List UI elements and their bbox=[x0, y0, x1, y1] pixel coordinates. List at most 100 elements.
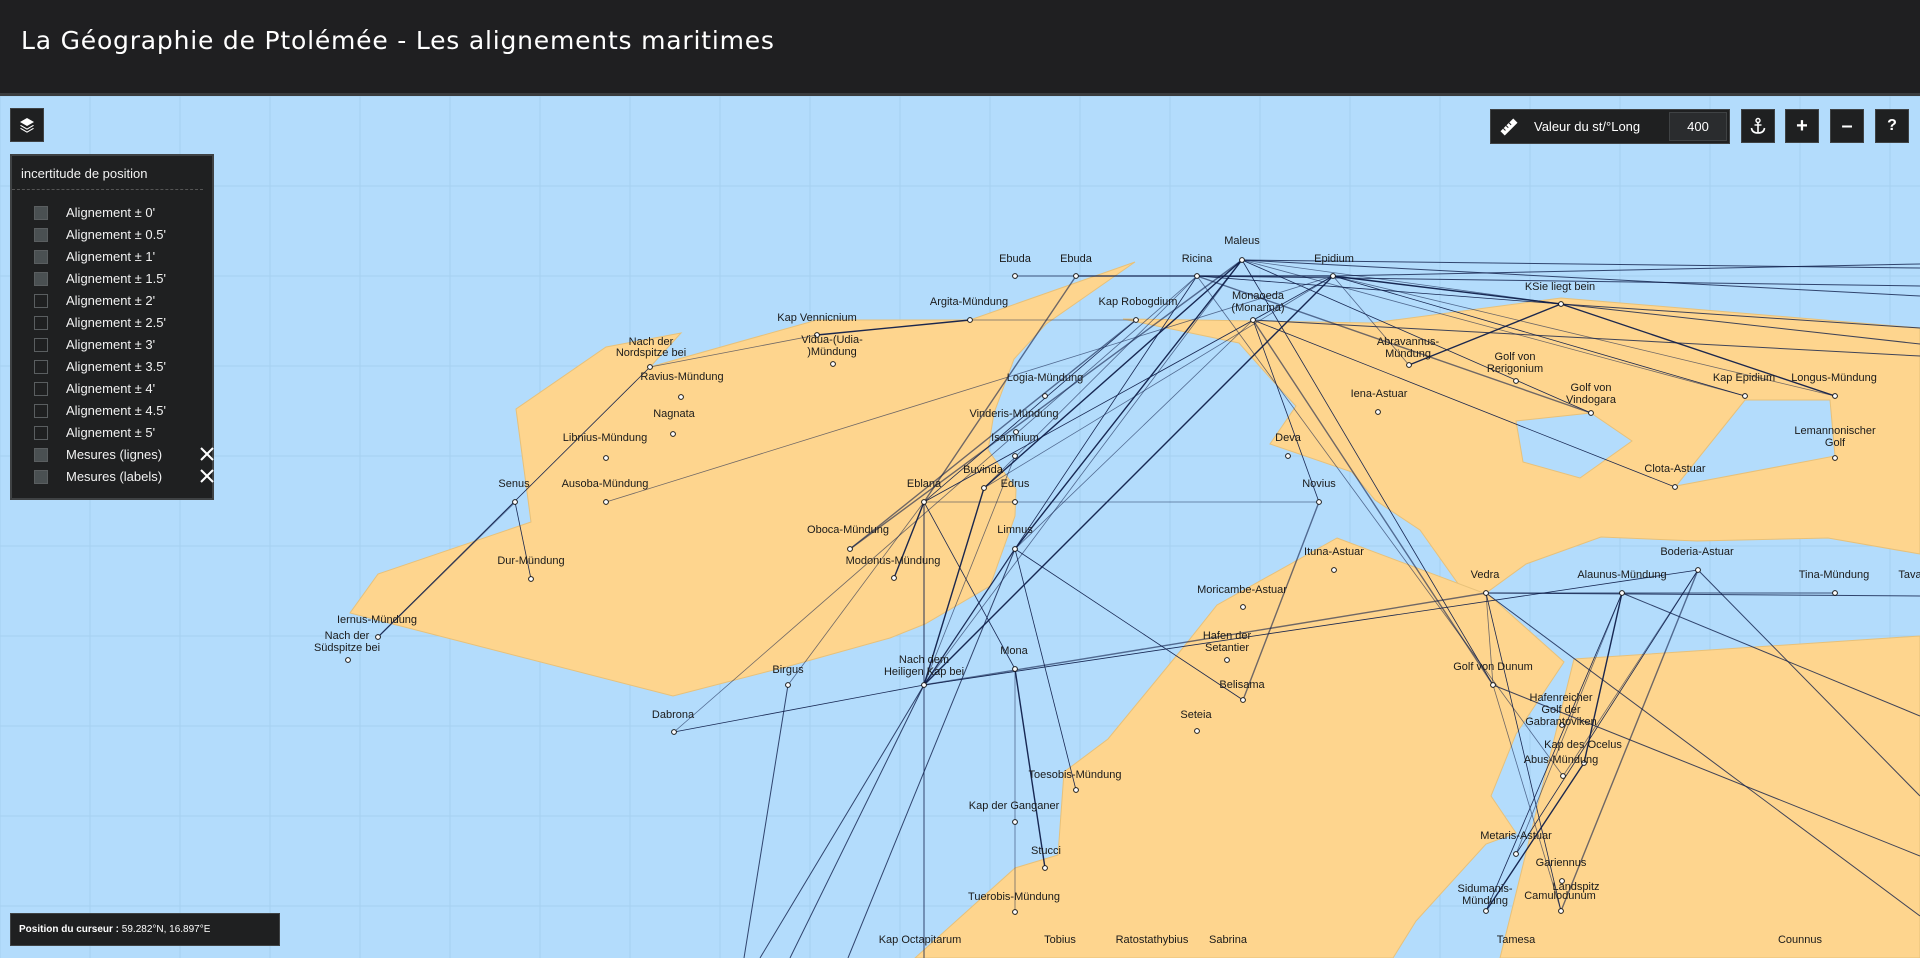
clear-icon[interactable] bbox=[198, 445, 216, 463]
legend-checkbox[interactable] bbox=[34, 206, 48, 220]
place-label: Isamnium bbox=[991, 432, 1039, 444]
place-marker[interactable] bbox=[1832, 393, 1838, 399]
legend-checkbox[interactable] bbox=[34, 250, 48, 264]
legend-item[interactable]: Alignement ± 1' bbox=[22, 246, 212, 268]
place-marker[interactable] bbox=[1194, 728, 1200, 734]
place-marker[interactable] bbox=[1012, 273, 1018, 279]
place-marker[interactable] bbox=[1240, 697, 1246, 703]
legend-item[interactable]: Alignement ± 5' bbox=[22, 422, 212, 444]
place-marker[interactable] bbox=[1695, 567, 1701, 573]
place-marker[interactable] bbox=[1619, 590, 1625, 596]
map-svg[interactable]: Ebuda Ebuda Ricina Maleus Epidium KSie liegt … bbox=[0, 96, 1920, 958]
place-marker[interactable] bbox=[921, 499, 927, 505]
place-marker[interactable] bbox=[830, 361, 836, 367]
legend-checkbox[interactable] bbox=[34, 338, 48, 352]
legend-checkbox[interactable] bbox=[34, 360, 48, 374]
place-marker[interactable] bbox=[847, 546, 853, 552]
place-marker[interactable] bbox=[981, 485, 987, 491]
place-label: Modonus-Mündung bbox=[846, 555, 941, 567]
legend-item[interactable]: Alignement ± 1.5' bbox=[22, 268, 212, 290]
place-marker[interactable] bbox=[1012, 819, 1018, 825]
place-marker[interactable] bbox=[670, 431, 676, 437]
map-canvas[interactable]: Ebuda Ebuda Ricina Maleus Epidium KSie liegt … bbox=[0, 96, 1920, 958]
place-marker[interactable] bbox=[1742, 393, 1748, 399]
place-marker[interactable] bbox=[1012, 666, 1018, 672]
place-marker[interactable] bbox=[1375, 409, 1381, 415]
place-marker[interactable] bbox=[1832, 590, 1838, 596]
place-marker[interactable] bbox=[1194, 273, 1200, 279]
place-marker[interactable] bbox=[1073, 273, 1079, 279]
place-marker[interactable] bbox=[1042, 393, 1048, 399]
place-marker[interactable] bbox=[647, 364, 653, 370]
anchor-button[interactable] bbox=[1741, 109, 1775, 143]
place-marker[interactable] bbox=[512, 499, 518, 505]
layers-button[interactable] bbox=[10, 108, 44, 142]
place-marker[interactable] bbox=[1558, 301, 1564, 307]
legend-checkbox[interactable] bbox=[34, 228, 48, 242]
place-marker[interactable] bbox=[1490, 682, 1496, 688]
clear-icon[interactable] bbox=[198, 467, 216, 485]
place-marker[interactable] bbox=[1073, 787, 1079, 793]
legend-item[interactable]: Alignement ± 4.5' bbox=[22, 400, 212, 422]
measure-value-input[interactable]: 400 bbox=[1669, 112, 1727, 141]
place-marker[interactable] bbox=[1483, 908, 1489, 914]
place-marker[interactable] bbox=[1285, 453, 1291, 459]
help-button[interactable]: ? bbox=[1875, 109, 1909, 143]
place-marker[interactable] bbox=[1672, 484, 1678, 490]
place-marker[interactable] bbox=[678, 394, 684, 400]
place-marker[interactable] bbox=[1560, 773, 1566, 779]
place-marker[interactable] bbox=[1224, 657, 1230, 663]
legend-checkbox[interactable] bbox=[34, 448, 48, 462]
legend-checkbox[interactable] bbox=[34, 294, 48, 308]
place-marker[interactable] bbox=[375, 634, 381, 640]
place-marker[interactable] bbox=[967, 317, 973, 323]
legend-checkbox[interactable] bbox=[34, 404, 48, 418]
legend-item[interactable]: Mesures (labels) bbox=[22, 466, 214, 488]
place-label: Toesobis-Mündung bbox=[1029, 769, 1122, 781]
place-marker[interactable] bbox=[1330, 273, 1336, 279]
legend-item[interactable]: Alignement ± 4' bbox=[22, 378, 212, 400]
place-marker[interactable] bbox=[785, 682, 791, 688]
place-marker[interactable] bbox=[1012, 453, 1018, 459]
legend-item[interactable]: Alignement ± 0' bbox=[22, 202, 212, 224]
legend-item[interactable]: Alignement ± 2.5' bbox=[22, 312, 212, 334]
place-marker[interactable] bbox=[1012, 499, 1018, 505]
legend-checkbox[interactable] bbox=[34, 316, 48, 330]
place-marker[interactable] bbox=[528, 576, 534, 582]
place-marker[interactable] bbox=[1012, 546, 1018, 552]
place-marker[interactable] bbox=[1558, 908, 1564, 914]
place-marker[interactable] bbox=[1042, 865, 1048, 871]
place-marker[interactable] bbox=[603, 499, 609, 505]
zoom-in-button[interactable]: + bbox=[1785, 109, 1819, 143]
legend-checkbox[interactable] bbox=[34, 272, 48, 286]
place-marker[interactable] bbox=[1513, 378, 1519, 384]
legend-item[interactable]: Alignement ± 3' bbox=[22, 334, 212, 356]
place-marker[interactable] bbox=[345, 657, 351, 663]
place-marker[interactable] bbox=[603, 455, 609, 461]
place-marker[interactable] bbox=[1513, 851, 1519, 857]
place-marker[interactable] bbox=[1133, 317, 1139, 323]
place-marker[interactable] bbox=[1316, 499, 1322, 505]
legend-checkbox[interactable] bbox=[34, 382, 48, 396]
place-marker[interactable] bbox=[1832, 455, 1838, 461]
place-marker[interactable] bbox=[1012, 909, 1018, 915]
place-marker[interactable] bbox=[671, 729, 677, 735]
legend-item[interactable]: Mesures (lignes) bbox=[22, 444, 214, 466]
legend-item[interactable]: Alignement ± 2' bbox=[22, 290, 212, 312]
place-marker[interactable] bbox=[891, 575, 897, 581]
place-marker[interactable] bbox=[1483, 590, 1489, 596]
zoom-out-button[interactable]: – bbox=[1830, 109, 1864, 143]
place-marker[interactable] bbox=[1239, 257, 1245, 263]
legend-item[interactable]: Alignement ± 0.5' bbox=[22, 224, 212, 246]
legend-checkbox[interactable] bbox=[34, 470, 48, 484]
ruler-button[interactable] bbox=[1491, 110, 1527, 143]
legend-checkbox[interactable] bbox=[34, 426, 48, 440]
place-marker[interactable] bbox=[1240, 604, 1246, 610]
place-marker[interactable] bbox=[1250, 317, 1256, 323]
legend-item[interactable]: Alignement ± 3.5' bbox=[22, 356, 212, 378]
place-marker[interactable] bbox=[1331, 567, 1337, 573]
place-marker[interactable] bbox=[921, 682, 927, 688]
place-marker[interactable] bbox=[1588, 410, 1594, 416]
legend-item-label: Alignement ± 5' bbox=[66, 425, 156, 440]
place-marker[interactable] bbox=[1406, 362, 1412, 368]
